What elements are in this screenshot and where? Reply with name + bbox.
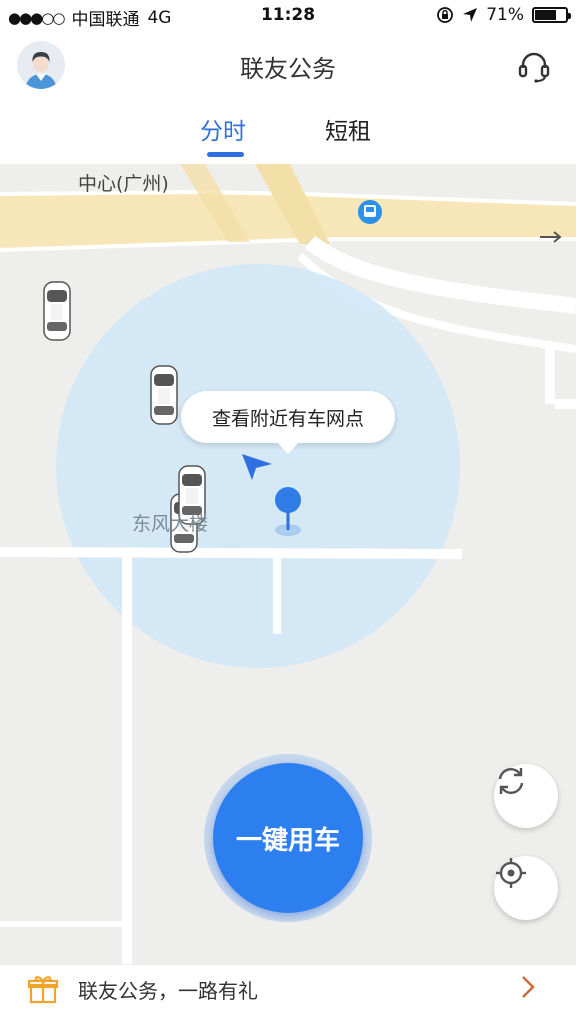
- headset-icon[interactable]: [516, 48, 552, 84]
- active-tab-indicator: [207, 152, 244, 157]
- map-view[interactable]: 中心(广州) 东风大楼 查看附近有车网点 一键用车: [0, 164, 576, 964]
- one-click-rent-label: 一键用车: [213, 763, 363, 913]
- locate-icon: [496, 858, 526, 888]
- battery-level: [535, 10, 557, 20]
- car-marker[interactable]: [43, 281, 71, 341]
- car-marker[interactable]: [150, 365, 178, 425]
- poi-label-top: 中心(广州): [78, 173, 169, 195]
- promo-text: 联友公务，一路有礼: [78, 979, 258, 1003]
- chevron-right-icon: [522, 976, 535, 998]
- bus-stop-icon[interactable]: [358, 200, 382, 224]
- mode-tabs: 分时 短租: [0, 98, 576, 164]
- page-title: 联友公务: [240, 55, 336, 83]
- battery-percent: 71%: [486, 5, 524, 25]
- side-road-right: [545, 344, 576, 409]
- tab-time-share[interactable]: 分时: [200, 112, 246, 146]
- gift-icon: [27, 976, 59, 1004]
- promo-banner[interactable]: 联友公务，一路有礼: [0, 964, 576, 1024]
- rotation-lock-icon: [437, 7, 454, 23]
- locate-button[interactable]: [494, 856, 558, 920]
- app-header: 联友公务: [0, 32, 576, 98]
- local-road-horizontal: [0, 547, 463, 559]
- poi-label-building: 东风大楼: [132, 513, 209, 535]
- battery-icon: [532, 7, 571, 23]
- location-arrow-icon: [463, 8, 478, 22]
- refresh-button[interactable]: [494, 764, 558, 828]
- headset-glyph: [518, 52, 550, 83]
- tab-short-rent[interactable]: 短租: [325, 112, 371, 146]
- refresh-icon: [498, 768, 524, 794]
- status-bar: ●●●○○ 中国联通 4G 11:28 71%: [0, 0, 576, 32]
- status-right: 71%: [436, 5, 571, 25]
- one-click-rent-button[interactable]: 一键用车: [204, 754, 372, 922]
- nearby-stations-tooltip[interactable]: 查看附近有车网点: [181, 391, 395, 454]
